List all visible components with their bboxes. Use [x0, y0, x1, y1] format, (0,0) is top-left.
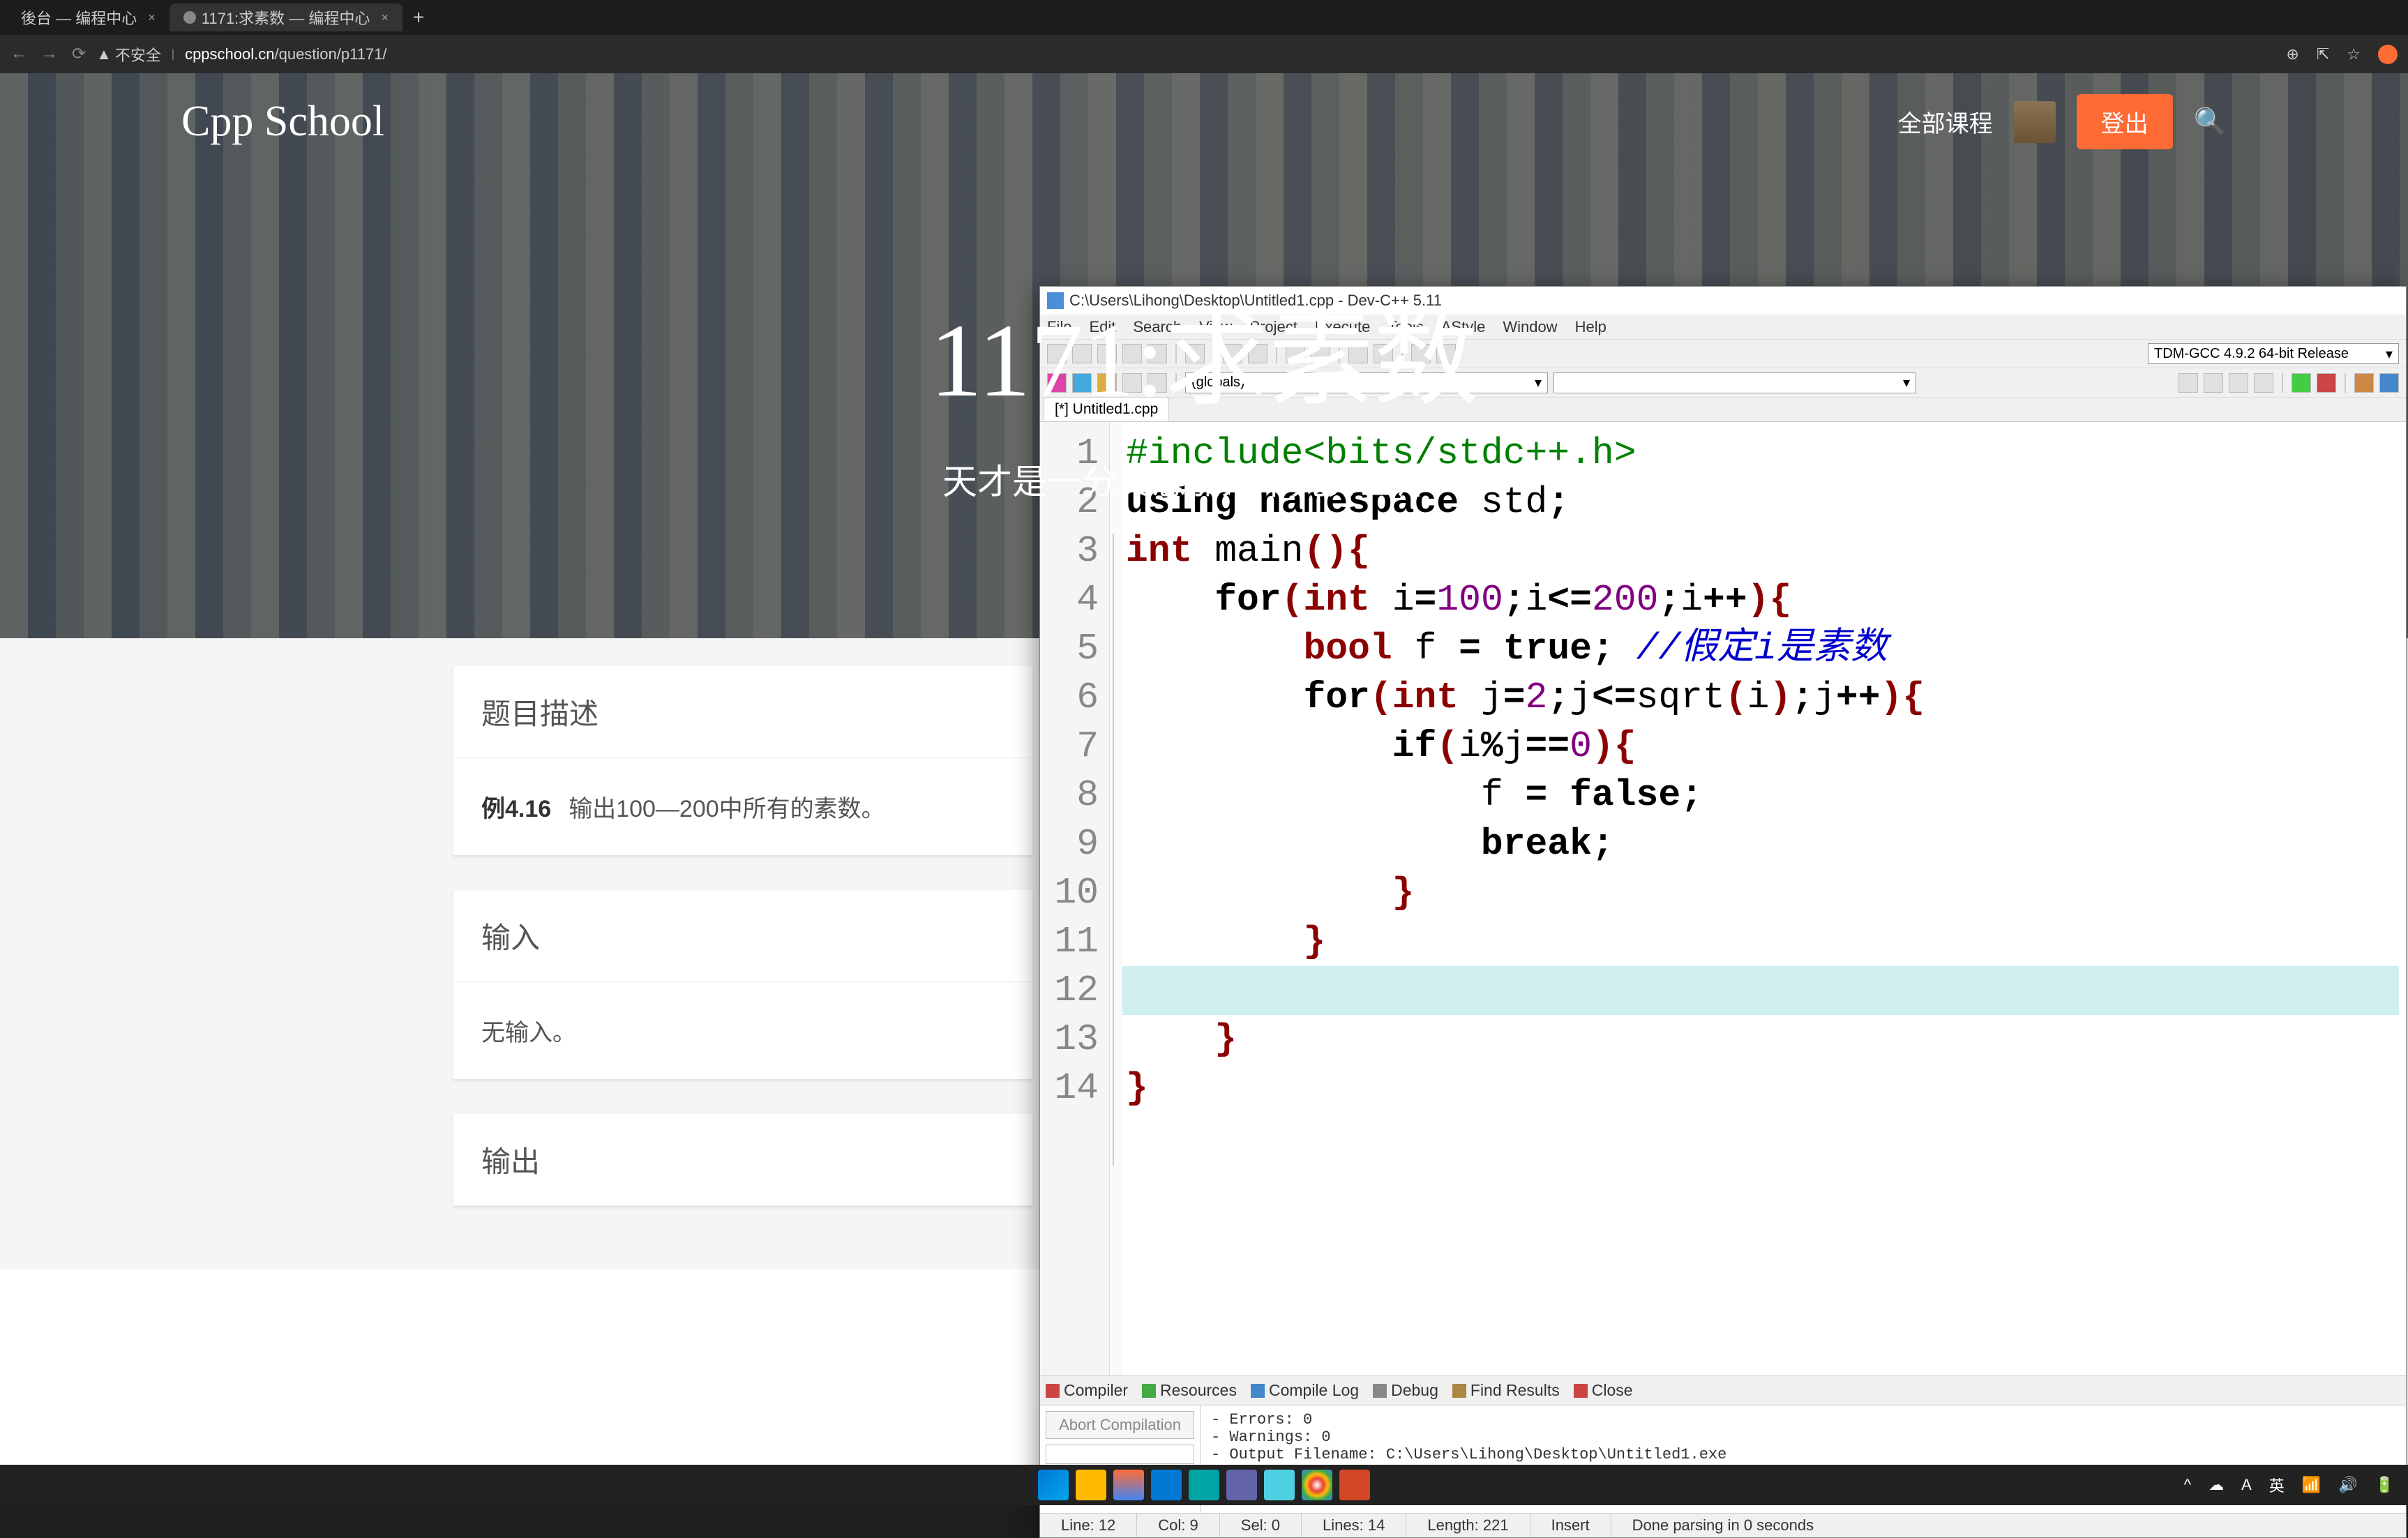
address-bar: ← → ⟳ ▲ 不安全 | cppschool.cn/question/p117… [0, 35, 2408, 73]
volume-icon[interactable]: 🔊 [2338, 1476, 2357, 1494]
tab-favicon [183, 11, 196, 24]
line-number: 10 [1040, 868, 1099, 917]
share-icon[interactable]: ⇱ [2317, 45, 2329, 63]
line-gutter: 1 2 3 4 5 6 7 8 9 10 11 12 13 14 [1040, 422, 1110, 1375]
onedrive-icon[interactable]: ☁ [2208, 1476, 2224, 1494]
tab-title: 後台 — 编程中心 [21, 6, 137, 29]
line-number: 11 [1040, 917, 1099, 966]
page-content: Cpp School 全部课程 登出 🔍 1171:求素数 天才是一分灵感加九十… [0, 73, 2408, 1505]
example-tag: 例4.16 [481, 796, 551, 822]
line-number: 4 [1040, 575, 1099, 624]
status-parse: Done parsing in 0 seconds [1611, 1514, 2406, 1537]
close-icon [1574, 1384, 1588, 1398]
line-number: 3 [1040, 527, 1099, 575]
windows-taskbar: ^ ☁ A 英 📶 🔊 🔋 [0, 1465, 2408, 1505]
filter-input[interactable] [1046, 1445, 1194, 1464]
card-header: 输出 [453, 1114, 1032, 1206]
line-number: 6 [1040, 673, 1099, 722]
start-button[interactable] [1038, 1470, 1069, 1500]
avatar[interactable] [2014, 101, 2056, 143]
status-mode: Insert [1530, 1514, 1611, 1537]
battery-icon[interactable]: 🔋 [2375, 1476, 2394, 1494]
line-number: 13 [1040, 1015, 1099, 1064]
card-header: 题目描述 [453, 666, 1032, 758]
debug-icon [1373, 1384, 1387, 1398]
wifi-icon[interactable]: 📶 [2302, 1476, 2321, 1494]
tab-find-results[interactable]: Find Results [1452, 1381, 1560, 1400]
tab-debug[interactable]: Debug [1373, 1381, 1438, 1400]
browser-tab-strip: 後台 — 编程中心 × 1171:求素数 — 编程中心 × + [0, 0, 2408, 35]
chrome-icon[interactable] [1302, 1470, 1332, 1500]
explorer-icon[interactable] [1076, 1470, 1106, 1500]
status-line: Line: 12 [1040, 1514, 1137, 1537]
security-indicator[interactable]: ▲ 不安全 [96, 43, 161, 66]
powerpoint-icon[interactable] [1339, 1470, 1370, 1500]
language-indicator[interactable]: 英 [2269, 1474, 2285, 1496]
forward-icon[interactable]: → [41, 44, 58, 64]
code-editor[interactable]: 1 2 3 4 5 6 7 8 9 10 11 12 13 14 #includ… [1040, 422, 2406, 1375]
url-display[interactable]: cppschool.cn/question/p1171/ [185, 45, 386, 63]
line-number: 7 [1040, 722, 1099, 771]
security-label: 不安全 [115, 43, 161, 66]
status-sel: Sel: 0 [1220, 1514, 1302, 1537]
warning-icon: ▲ [96, 45, 112, 63]
line-number: 5 [1040, 624, 1099, 673]
input-card: 输入 无输入。 [453, 890, 1032, 1079]
find-icon [1452, 1384, 1466, 1398]
tab-compiler[interactable]: Compiler [1046, 1381, 1128, 1400]
back-icon[interactable]: ← [10, 44, 27, 64]
url-path: /question/p1171/ [274, 45, 386, 63]
status-bar: Line: 12 Col: 9 Sel: 0 Lines: 14 Length:… [1040, 1513, 2406, 1537]
app-icon[interactable] [1113, 1470, 1144, 1500]
card-header: 输入 [453, 890, 1032, 982]
app-icon[interactable] [1264, 1470, 1295, 1500]
code-text[interactable]: #include<bits/stdc++.h>using namespace s… [1122, 422, 2406, 1375]
tab-title: 1171:求素数 — 编程中心 [202, 6, 370, 29]
line-number: 8 [1040, 771, 1099, 820]
search-icon[interactable]: 🔍 [2194, 107, 2227, 137]
problem-description-card: 题目描述 例4.16 输出100—200中所有的素数。 [453, 666, 1032, 855]
profile-icon[interactable] [2378, 45, 2398, 64]
compiler-icon [1046, 1384, 1060, 1398]
nav-all-courses[interactable]: 全部课程 [1898, 105, 1993, 139]
browser-tab-active[interactable]: 1171:求素数 — 编程中心 × [170, 3, 402, 31]
status-lines: Lines: 14 [1302, 1514, 1406, 1537]
chevron-up-icon[interactable]: ^ [2184, 1476, 2191, 1494]
desc-text: 输出100—200中所有的素数。 [569, 796, 885, 822]
ime-indicator[interactable]: A [2241, 1476, 2252, 1494]
close-icon[interactable]: × [148, 10, 156, 25]
line-number: 9 [1040, 820, 1099, 868]
status-length: Length: 221 [1406, 1514, 1530, 1537]
app-icon[interactable] [1151, 1470, 1182, 1500]
url-domain: cppschool.cn [185, 45, 274, 63]
card-body: 例4.16 输出100—200中所有的素数。 [453, 758, 1032, 855]
reload-icon[interactable]: ⟳ [72, 44, 86, 64]
tab-close[interactable]: Close [1574, 1381, 1633, 1400]
tab-resources[interactable]: Resources [1142, 1381, 1237, 1400]
site-brand[interactable]: Cpp School [181, 97, 384, 146]
tab-compile-log[interactable]: Compile Log [1251, 1381, 1359, 1400]
browser-tab[interactable]: 後台 — 编程中心 × [7, 3, 170, 31]
card-body: 无输入。 [453, 982, 1032, 1079]
new-tab-button[interactable]: + [402, 6, 435, 29]
abort-compilation-button[interactable]: Abort Compilation [1046, 1411, 1194, 1439]
log-icon [1251, 1384, 1265, 1398]
status-col: Col: 9 [1137, 1514, 1219, 1537]
fold-column[interactable] [1110, 422, 1122, 1375]
page-subtitle: 天才是一分灵感加九十九分血汗。 [0, 454, 2408, 504]
output-card: 输出 [453, 1114, 1032, 1206]
star-icon[interactable]: ☆ [2347, 45, 2361, 63]
resources-icon [1142, 1384, 1156, 1398]
bottom-panel-tabs: Compiler Resources Compile Log Debug Fin… [1040, 1375, 2406, 1405]
app-icon[interactable] [1226, 1470, 1257, 1500]
close-icon[interactable]: × [381, 10, 389, 25]
line-number: 12 [1040, 966, 1099, 1015]
zoom-icon[interactable]: ⊕ [2286, 45, 2298, 63]
browser-icon[interactable] [1189, 1470, 1219, 1500]
logout-button[interactable]: 登出 [2077, 94, 2173, 149]
line-number: 14 [1040, 1064, 1099, 1113]
page-title: 1171:求素数 [0, 275, 2408, 426]
